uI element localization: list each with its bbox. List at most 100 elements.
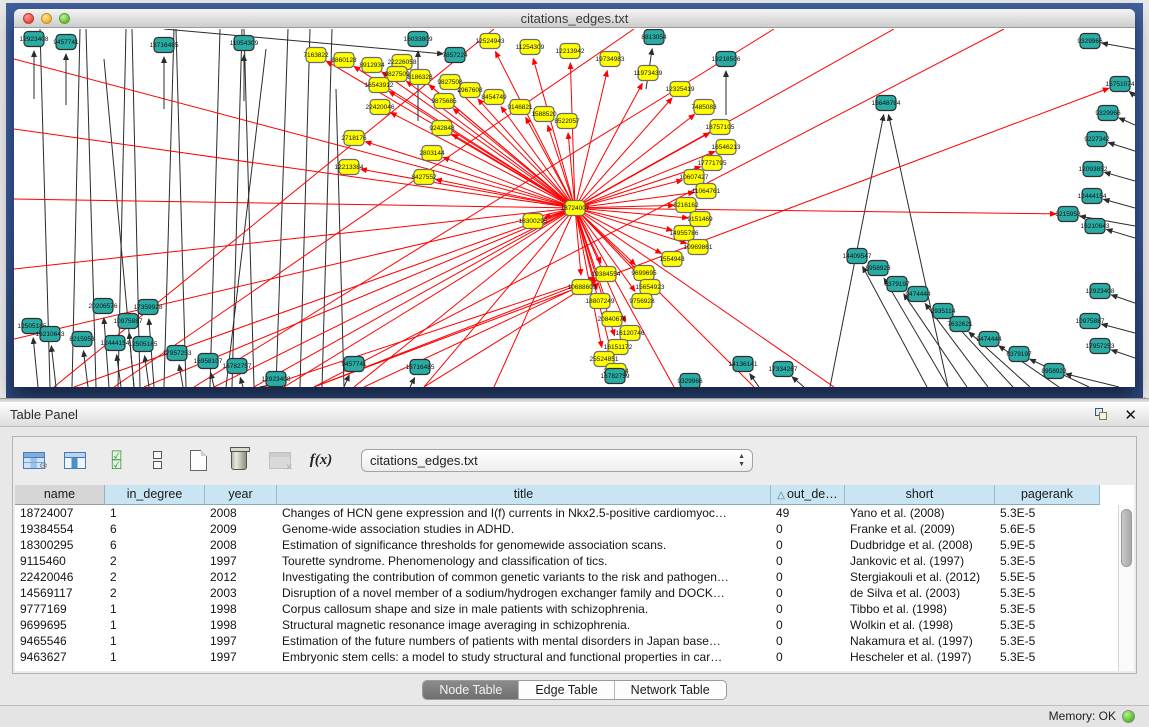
table-cell: 1 <box>105 633 205 649</box>
graph-node-label: 12093852 <box>1079 166 1108 173</box>
table-row[interactable]: 1456911722003Disruption of a novel membe… <box>15 585 1134 601</box>
disabled-table-icon <box>269 452 291 469</box>
graph-node-label: 9827509 <box>384 71 410 78</box>
table-cell: 5.3E-5 <box>995 617 1100 633</box>
column-header-short[interactable]: short <box>845 485 995 505</box>
table-tab-segment: Node TableEdge TableNetwork Table <box>422 680 726 700</box>
table-selector-dropdown[interactable]: citations_edges.txt ▲▼ <box>361 449 753 472</box>
float-panel-icon[interactable] <box>1095 408 1109 421</box>
graph-node-label: 10975887 <box>114 318 143 325</box>
table-cell: Corpus callosum shape and size in male p… <box>277 601 771 617</box>
table-cell: 0 <box>771 585 845 601</box>
graph-node-label: 12923408 <box>1086 288 1115 295</box>
table-scrollbar[interactable] <box>1118 505 1134 671</box>
table-row[interactable]: 911546021997Tourette syndrome. Phenomeno… <box>15 553 1134 569</box>
column-header-pagerank[interactable]: pagerank <box>995 485 1100 505</box>
graph-node-label: 8860128 <box>331 57 357 64</box>
graph-node-label: 12444154 <box>101 340 130 347</box>
table-cell: 5.9E-5 <box>995 537 1100 553</box>
graph-node-label: 19734983 <box>596 56 625 63</box>
table-settings-button[interactable]: ⚙ <box>19 445 49 475</box>
column-header-in_degree[interactable]: in_degree <box>105 485 205 505</box>
graph-node-label: 6379197 <box>884 281 910 288</box>
graph-node-label: 10975887 <box>1076 318 1105 325</box>
table-cell: Estimation of significance thresholds fo… <box>277 537 771 553</box>
network-graph: 1872400771638228860128891293422226058982… <box>14 29 1135 387</box>
table-cell: 18300295 <box>15 537 105 553</box>
graph-node-label: 9474444 <box>905 291 931 298</box>
function-builder-button[interactable]: f(x) <box>306 445 336 475</box>
graph-node-label: 12213384 <box>335 164 364 171</box>
table-row[interactable]: 946362711997Embryonic stem cells: a mode… <box>15 649 1134 665</box>
show-column-button[interactable] <box>60 445 90 475</box>
column-header-name[interactable]: name <box>15 485 105 505</box>
minimize-traffic-light[interactable] <box>41 13 52 24</box>
graph-node-label: 15654923 <box>636 284 665 291</box>
close-panel-icon[interactable]: ✕ <box>1124 406 1137 424</box>
graph-node-label: 9756928 <box>629 298 655 305</box>
table-panel-title: Table Panel <box>0 407 78 422</box>
table-cell: 0 <box>771 569 845 585</box>
graph-node-label: 9699695 <box>631 270 657 277</box>
graph-node-label: 8813054 <box>641 34 667 41</box>
tab-node-table[interactable]: Node Table <box>423 681 519 699</box>
graph-node-label: 16782757 <box>223 363 252 370</box>
table-cell: 2012 <box>205 569 277 585</box>
table-cell: Structural magnetic resonance image aver… <box>277 617 771 633</box>
checkboxes-icon: ☑☑ <box>111 451 122 469</box>
table-cell: 5.3E-5 <box>995 585 1100 601</box>
table-row[interactable]: 2242004622012Investigating the contribut… <box>15 569 1134 585</box>
delete-button[interactable] <box>224 445 254 475</box>
table-cell: 1 <box>105 601 205 617</box>
graph-node-label: 17957253 <box>1086 343 1115 350</box>
dropdown-stepper-icon: ▲▼ <box>738 453 745 469</box>
table-cell: Yano et al. (2008) <box>845 505 995 521</box>
table-cell: 2 <box>105 553 205 569</box>
fx-icon: f(x) <box>310 452 333 469</box>
table-cell: 9699695 <box>15 617 105 633</box>
table-selector-value: citations_edges.txt <box>370 453 478 468</box>
status-bar: Memory: OK <box>0 705 1149 727</box>
graph-node-label: 11054309 <box>230 40 259 47</box>
graph-node-label: 11973439 <box>634 70 663 77</box>
table-cell: Wolkin et al. (1998) <box>845 617 995 633</box>
tab-edge-table[interactable]: Edge Table <box>519 681 614 699</box>
zoom-traffic-light[interactable] <box>59 13 70 24</box>
column-header-title[interactable]: title <box>277 485 771 505</box>
deselect-all-button[interactable] <box>142 445 172 475</box>
show-column-icon <box>64 452 86 469</box>
graph-node-label: 1588520 <box>531 111 557 118</box>
table-row[interactable]: 1938455462009Genome-wide association stu… <box>15 521 1134 537</box>
table-cell: 6 <box>105 521 205 537</box>
graph-node-label: 16958107 <box>194 358 223 365</box>
column-header-out_de[interactable]: △out_de… <box>771 485 845 505</box>
table-row[interactable]: 946554611997Estimation of the future num… <box>15 633 1134 649</box>
memory-indicator[interactable]: Memory: OK <box>1049 709 1135 723</box>
new-file-button[interactable] <box>183 445 213 475</box>
graph-node-label: 15751074 <box>1106 81 1135 88</box>
select-all-button[interactable]: ☑☑ <box>101 445 131 475</box>
table-row[interactable]: 977716911998Corpus callosum shape and si… <box>15 601 1134 617</box>
table-row[interactable]: 969969511998Structural magnetic resonanc… <box>15 617 1134 633</box>
table-cell: 1 <box>105 617 205 633</box>
table-cell: Franke et al. (2009) <box>845 521 995 537</box>
table-panel: Table Panel ✕ ⚙ ☑☑ f(x) citations_edges.… <box>0 402 1149 727</box>
scrollbar-thumb[interactable] <box>1121 509 1132 567</box>
window-titlebar[interactable]: citations_edges.txt <box>14 9 1135 28</box>
tab-network-table[interactable]: Network Table <box>615 681 726 699</box>
graph-node-label: 8912934 <box>359 62 385 69</box>
graph-node-label: 9875685 <box>431 98 457 105</box>
network-canvas[interactable]: 1872400771638228860128891293422226058982… <box>14 29 1135 387</box>
column-header-year[interactable]: year <box>205 485 277 505</box>
graph-node-label: 17957253 <box>163 350 192 357</box>
table-cell: 1998 <box>205 601 277 617</box>
graph-node-label: 18300295 <box>519 218 548 225</box>
close-traffic-light[interactable] <box>23 13 34 24</box>
graph-node-label: 2935114 <box>931 308 956 315</box>
table-cell: 5.3E-5 <box>995 649 1100 665</box>
table-row[interactable]: 1830029562008Estimation of significance … <box>15 537 1134 553</box>
graph-node-label: 18807249 <box>586 298 615 305</box>
graph-node-label: 9474444 <box>976 336 1002 343</box>
table-row[interactable]: 1872400712008Changes of HCN gene express… <box>15 505 1134 521</box>
graph-node-label: 16546213 <box>712 144 741 151</box>
